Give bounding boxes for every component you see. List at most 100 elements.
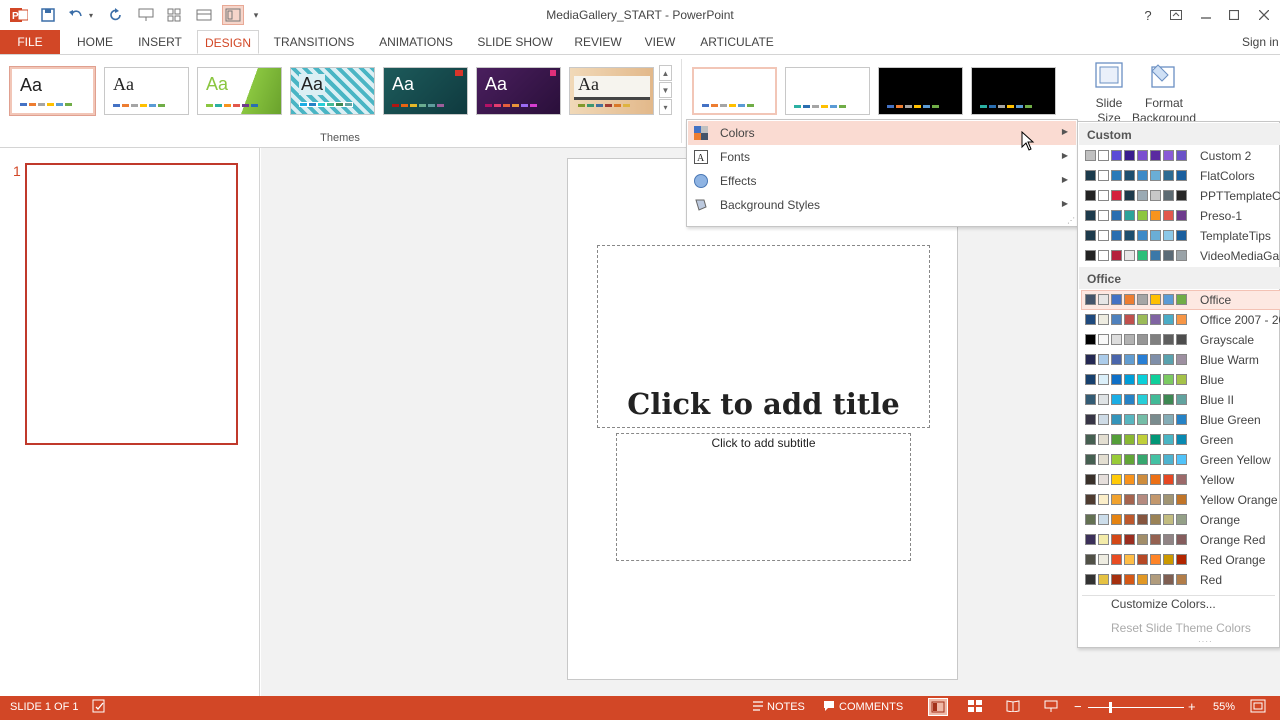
minimize-icon[interactable]	[1194, 4, 1218, 26]
customize-colors-item[interactable]: Customize Colors...	[1111, 597, 1216, 611]
theme-organic[interactable]: Aa	[569, 67, 654, 115]
svg-text:A: A	[697, 153, 705, 164]
color-scheme-item[interactable]: Red Orange	[1082, 551, 1280, 569]
zoom-slider-thumb[interactable]	[1109, 702, 1112, 713]
sign-in-link[interactable]: Sign in	[1236, 30, 1280, 54]
color-scheme-name: Red Orange	[1200, 553, 1266, 567]
variant-1[interactable]	[692, 67, 777, 115]
theme-integral[interactable]: Aa	[290, 67, 375, 115]
color-swatch	[1137, 434, 1148, 445]
color-scheme-item[interactable]: Blue	[1082, 371, 1280, 389]
subtitle-placeholder[interactable]: Click to add subtitle	[616, 433, 911, 561]
menu-item-fonts[interactable]: A Fonts ▶	[688, 145, 1076, 169]
menu-item-colors[interactable]: Colors ▶	[688, 121, 1076, 145]
menu-item-label: Effects	[720, 174, 757, 188]
reading-view-icon[interactable]	[1006, 700, 1020, 715]
variant-3[interactable]	[878, 67, 963, 115]
zoom-in-icon[interactable]: +	[1188, 699, 1196, 714]
color-scheme-item[interactable]: Custom 2	[1082, 147, 1280, 165]
reset-slide-theme-colors-item: Reset Slide Theme Colors	[1111, 621, 1251, 635]
color-scheme-item[interactable]: Blue Warm	[1082, 351, 1280, 369]
zoom-out-icon[interactable]: −	[1074, 699, 1082, 714]
maximize-icon[interactable]	[1222, 4, 1246, 26]
gallery-more-icon[interactable]: ▾	[659, 99, 672, 115]
color-scheme-item[interactable]: Yellow Orange	[1082, 491, 1280, 509]
color-scheme-item[interactable]: VideoMediaGal	[1082, 247, 1280, 265]
tab-design[interactable]: DESIGN	[197, 30, 259, 54]
color-scheme-item[interactable]: Green	[1082, 431, 1280, 449]
format-background-button[interactable]: Format Background	[1128, 96, 1200, 124]
tab-view[interactable]: VIEW	[636, 30, 684, 54]
theme-office[interactable]: Aa	[9, 66, 96, 116]
color-swatch	[1111, 354, 1122, 365]
title-placeholder[interactable]: Click to add title	[597, 245, 930, 428]
spelling-check-icon[interactable]	[92, 699, 106, 716]
theme-facet[interactable]: Aa	[197, 67, 282, 115]
theme-ion[interactable]: Aa	[383, 67, 468, 115]
format-background-icon[interactable]	[1148, 61, 1180, 91]
color-scheme-name: Green Yellow	[1200, 453, 1271, 467]
color-swatch	[1150, 354, 1161, 365]
resize-grip-icon[interactable]: ⋰	[1067, 216, 1075, 225]
slide-sorter-view-icon[interactable]	[968, 700, 982, 715]
color-scheme-name: Blue Warm	[1200, 353, 1259, 367]
color-swatches	[1085, 210, 1187, 221]
tab-file[interactable]: FILE	[0, 30, 60, 54]
help-icon[interactable]: ?	[1136, 4, 1160, 26]
menu-item-background-styles[interactable]: Background Styles ▶	[688, 193, 1076, 217]
color-scheme-item[interactable]: Office	[1081, 290, 1280, 310]
notes-button[interactable]: NOTES	[767, 701, 805, 713]
tab-slide-show[interactable]: SLIDE SHOW	[472, 30, 558, 54]
color-swatch	[1150, 314, 1161, 325]
color-swatch	[1098, 334, 1109, 345]
slide-thumbnail[interactable]	[25, 163, 238, 445]
tab-insert[interactable]: INSERT	[132, 30, 188, 54]
color-swatch	[1137, 554, 1148, 565]
tab-transitions[interactable]: TRANSITIONS	[268, 30, 360, 54]
color-scheme-item[interactable]: TemplateTips	[1082, 227, 1280, 245]
color-swatches	[1085, 294, 1187, 305]
theme-office-2[interactable]: Aa	[104, 67, 189, 115]
color-swatch	[1150, 454, 1161, 465]
gallery-scroll-down-icon[interactable]: ▼	[659, 82, 672, 98]
color-scheme-item[interactable]: Blue Green	[1082, 411, 1280, 429]
color-swatch	[1098, 210, 1109, 221]
color-scheme-item[interactable]: Grayscale	[1082, 331, 1280, 349]
color-scheme-item[interactable]: Office 2007 - 20	[1082, 311, 1280, 329]
variant-2[interactable]	[785, 67, 870, 115]
theme-ion-boardroom[interactable]: Aa	[476, 67, 561, 115]
gallery-scroll-up-icon[interactable]: ▲	[659, 65, 672, 81]
tab-review[interactable]: REVIEW	[568, 30, 628, 54]
color-scheme-name: Yellow	[1200, 473, 1235, 487]
tab-home[interactable]: HOME	[66, 30, 124, 54]
color-swatches	[1085, 574, 1187, 585]
color-scheme-item[interactable]: Red	[1082, 571, 1280, 589]
color-scheme-item[interactable]: Preso-1	[1082, 207, 1280, 225]
zoom-level[interactable]: 55%	[1213, 701, 1235, 713]
close-icon[interactable]	[1252, 4, 1276, 26]
color-swatch	[1137, 474, 1148, 485]
tab-articulate[interactable]: ARTICULATE	[694, 30, 780, 54]
ribbon-display-options-icon[interactable]	[1164, 4, 1188, 26]
normal-view-button-icon[interactable]	[928, 698, 948, 716]
color-scheme-item[interactable]: Green Yellow	[1082, 451, 1280, 469]
slide-size-icon[interactable]	[1094, 61, 1126, 91]
color-scheme-item[interactable]: FlatColors	[1082, 167, 1280, 185]
color-scheme-item[interactable]: PPTTemplateCo	[1082, 187, 1280, 205]
menu-item-effects[interactable]: Effects ▶	[688, 169, 1076, 193]
resize-grip-icon[interactable]: ····	[1198, 637, 1213, 646]
color-scheme-item[interactable]: Orange	[1082, 511, 1280, 529]
variant-4[interactable]	[971, 67, 1056, 115]
fit-slide-to-window-icon[interactable]	[1250, 699, 1266, 716]
slide-show-view-icon[interactable]	[1044, 700, 1058, 715]
color-scheme-item[interactable]: Blue II	[1082, 391, 1280, 409]
zoom-slider-track[interactable]	[1088, 707, 1184, 708]
comments-button[interactable]: COMMENTS	[839, 701, 903, 713]
color-scheme-name: Yellow Orange	[1200, 493, 1278, 507]
color-scheme-item[interactable]: Orange Red	[1082, 531, 1280, 549]
color-scheme-item[interactable]: Yellow	[1082, 471, 1280, 489]
color-swatch	[1150, 250, 1161, 261]
tab-animations[interactable]: ANIMATIONS	[370, 30, 462, 54]
slide-size-button[interactable]: Slide Size	[1086, 96, 1132, 124]
color-swatches	[1085, 334, 1187, 345]
